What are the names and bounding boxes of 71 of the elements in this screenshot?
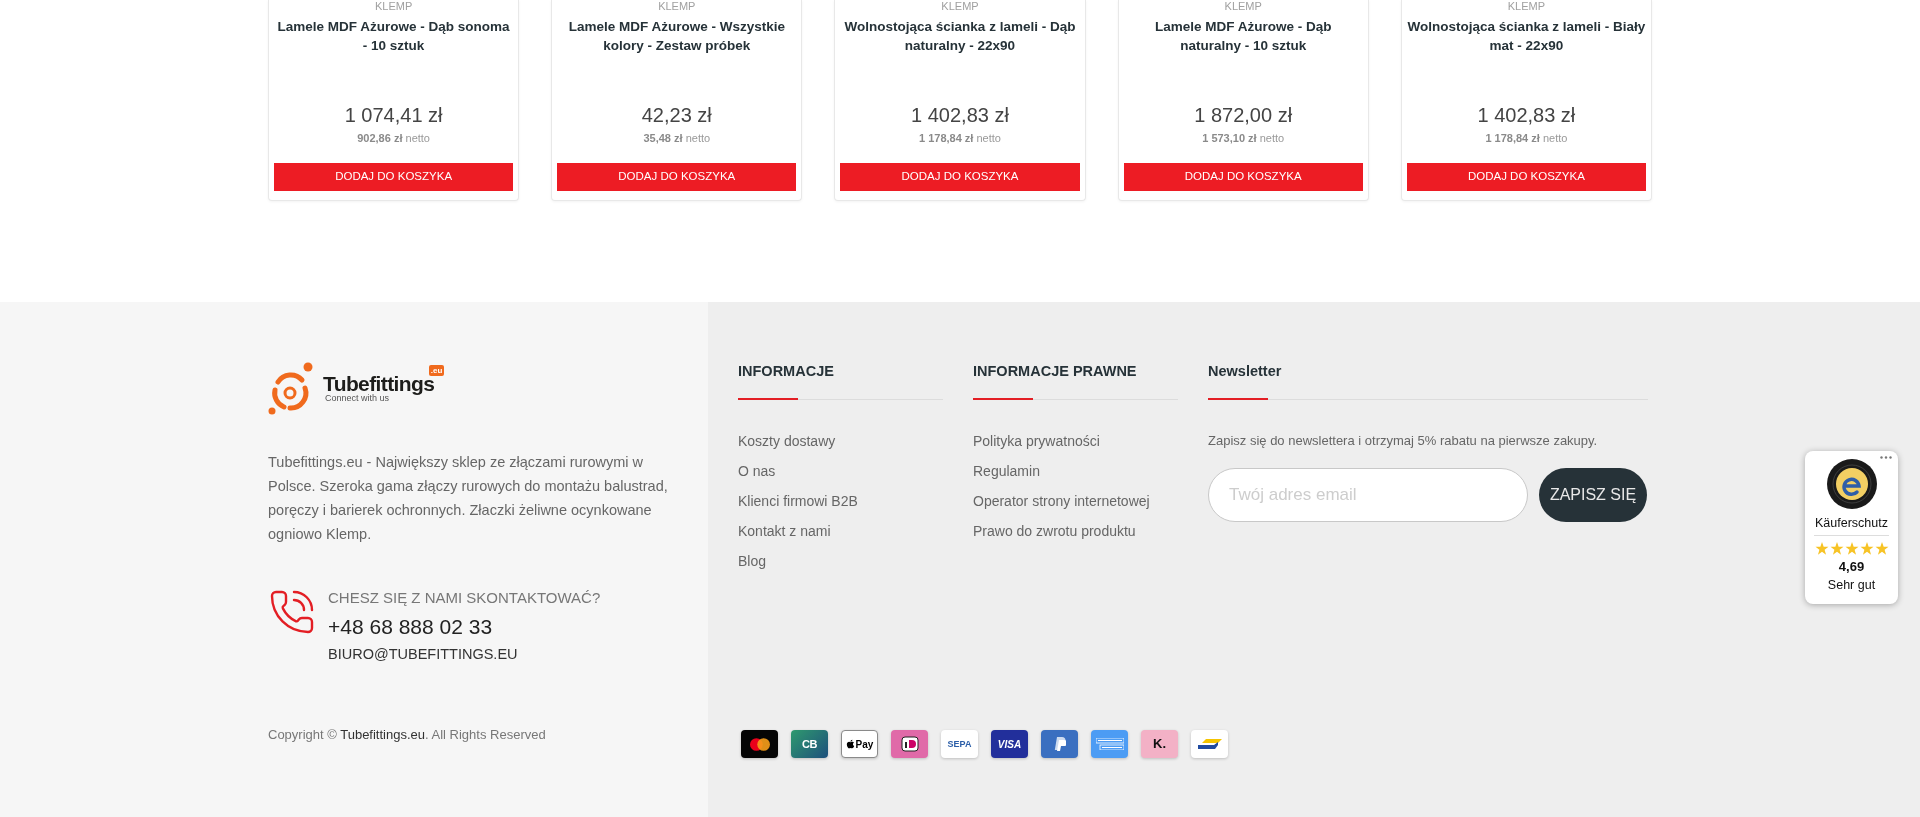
product-price: 1 402,83 zł (911, 103, 1009, 127)
seal-icon (1826, 459, 1877, 509)
badge-title: Käuferschutz (1815, 515, 1888, 531)
trust-badge[interactable]: Käuferschutz 4,69 Sehr gut (1805, 451, 1898, 604)
logo-text: K. (1153, 737, 1166, 751)
footer-link[interactable]: Polityka prywatności (973, 431, 1178, 451)
footer-link[interactable]: Regulamin (973, 461, 1178, 481)
footer-link[interactable]: Klienci firmowi B2B (738, 491, 943, 511)
phone-icon (268, 588, 316, 636)
footer-link[interactable]: Operator strony internetowej (973, 491, 1178, 511)
site-link[interactable]: Tubefittings.eu (340, 727, 425, 742)
net-price: 1 573,10 zł netto (1202, 131, 1285, 145)
product-price: 1 074,41 zł (344, 103, 443, 127)
net-price: 35,48 zł netto (643, 131, 711, 145)
rounded-tag-icon (900, 736, 919, 752)
add-to-cart-button[interactable]: DODAJ DO KOSZYKA (840, 163, 1080, 191)
star-icon (1844, 542, 1859, 555)
add-to-cart-button[interactable]: DODAJ DO KOSZYKA (557, 163, 797, 191)
product-title[interactable]: Lamele MDF Ażurowe - Dąb sonoma - 10 sztuk (274, 17, 514, 55)
swoosh-icon (1197, 739, 1222, 749)
product-brand: KLEMP (374, 0, 413, 13)
rating-value: 4,69 (1838, 559, 1865, 575)
store-description: Tubefittings.eu - Największy sklep ze złączami rurowymi w Polsce. Szeroka gama złączy rurowych do montażu balustrad, poręczy i barierek ochronnych. Złaczki żeliwne ocynkowane ogniowo Klemp. (268, 453, 669, 544)
rating-verdict: Sehr gut (1827, 577, 1876, 593)
overlapping-shapes-icon (1053, 737, 1066, 751)
add-to-cart-button[interactable]: DODAJ DO KOSZYKA (1406, 163, 1646, 191)
footer-link[interactable]: Blog (738, 551, 943, 571)
overlapping-circles-icon (749, 737, 770, 751)
net-price: 1 178,84 zł netto (919, 131, 1001, 145)
logo-text: SEPA (947, 739, 972, 749)
product-price: 42,23 zł (641, 103, 712, 127)
product-brand: KLEMP (1224, 0, 1262, 13)
footer-link[interactable]: Prawo do zwrotu produktu (973, 521, 1178, 541)
product-brand: KLEMP (1507, 0, 1546, 13)
phone-number[interactable]: +48 68 888 02 33 (328, 614, 601, 640)
footer-link[interactable]: O nas (738, 461, 943, 481)
striped-lines-icon (1095, 738, 1124, 750)
newsletter-text: Zapisz się do newslettera i otrzymaj 5% rabatu na pierwsze zakupy. (1208, 432, 1599, 450)
footer-heading: Newsletter (1208, 362, 1283, 381)
logo-text: Pay (855, 738, 874, 750)
contact-heading: CHESZ SIĘ Z NAMI SKONTAKTOWAĆ? (328, 588, 601, 608)
apple-icon (845, 739, 855, 749)
logo-ring-icon (268, 362, 314, 416)
star-icon (1874, 542, 1889, 555)
add-to-cart-button[interactable]: DODAJ DO KOSZYKA (1123, 163, 1363, 191)
net-price: 902,86 zł netto (357, 131, 430, 145)
product-title[interactable]: Wolnostojąca ścianka z lameli - Biały mat - 22x90 (1406, 17, 1646, 55)
product-brand: KLEMP (941, 0, 979, 13)
net-price: 1 178,84 zł netto (1485, 131, 1568, 145)
email-link[interactable]: BIURO@TUBEFITTINGS.EU (328, 644, 601, 664)
product-brand: KLEMP (658, 0, 696, 13)
logo-tagline: Connect with us (325, 393, 390, 403)
footer-link[interactable]: Kontakt z nami (738, 521, 943, 541)
footer-link[interactable]: Koszty dostawy (738, 431, 943, 451)
subscribe-button[interactable]: ZAPISZ SIĘ (1539, 468, 1647, 522)
product-title[interactable]: Lamele MDF Ażurowe - Dąb naturalny - 10 sztuk (1123, 17, 1363, 55)
footer-heading: INFORMACJE (738, 362, 835, 381)
star-icon (1859, 542, 1874, 555)
logo-text: CB (802, 738, 817, 750)
logo-text: VISA (997, 738, 1022, 750)
product-price: 1 402,83 zł (1477, 103, 1576, 127)
star-icon (1829, 542, 1844, 555)
footer-heading: INFORMACJE PRAWNE (973, 362, 1138, 381)
product-title[interactable]: Wolnostojąca ścianka z lameli - Dąb naturalny - 22x90 (840, 17, 1080, 55)
star-icon (1814, 542, 1829, 555)
add-to-cart-button[interactable]: DODAJ DO KOSZYKA (274, 163, 514, 191)
domain-badge: .eu (428, 365, 445, 376)
product-title[interactable]: Lamele MDF Ażurowe - Wszystkie kolory - Zestaw próbek (557, 17, 797, 55)
copyright-text: Copyright © Tubefittings.eu. All Rights Reserved (268, 726, 547, 744)
product-price: 1 872,00 zł (1194, 103, 1293, 127)
more-icon[interactable] (1880, 456, 1892, 459)
